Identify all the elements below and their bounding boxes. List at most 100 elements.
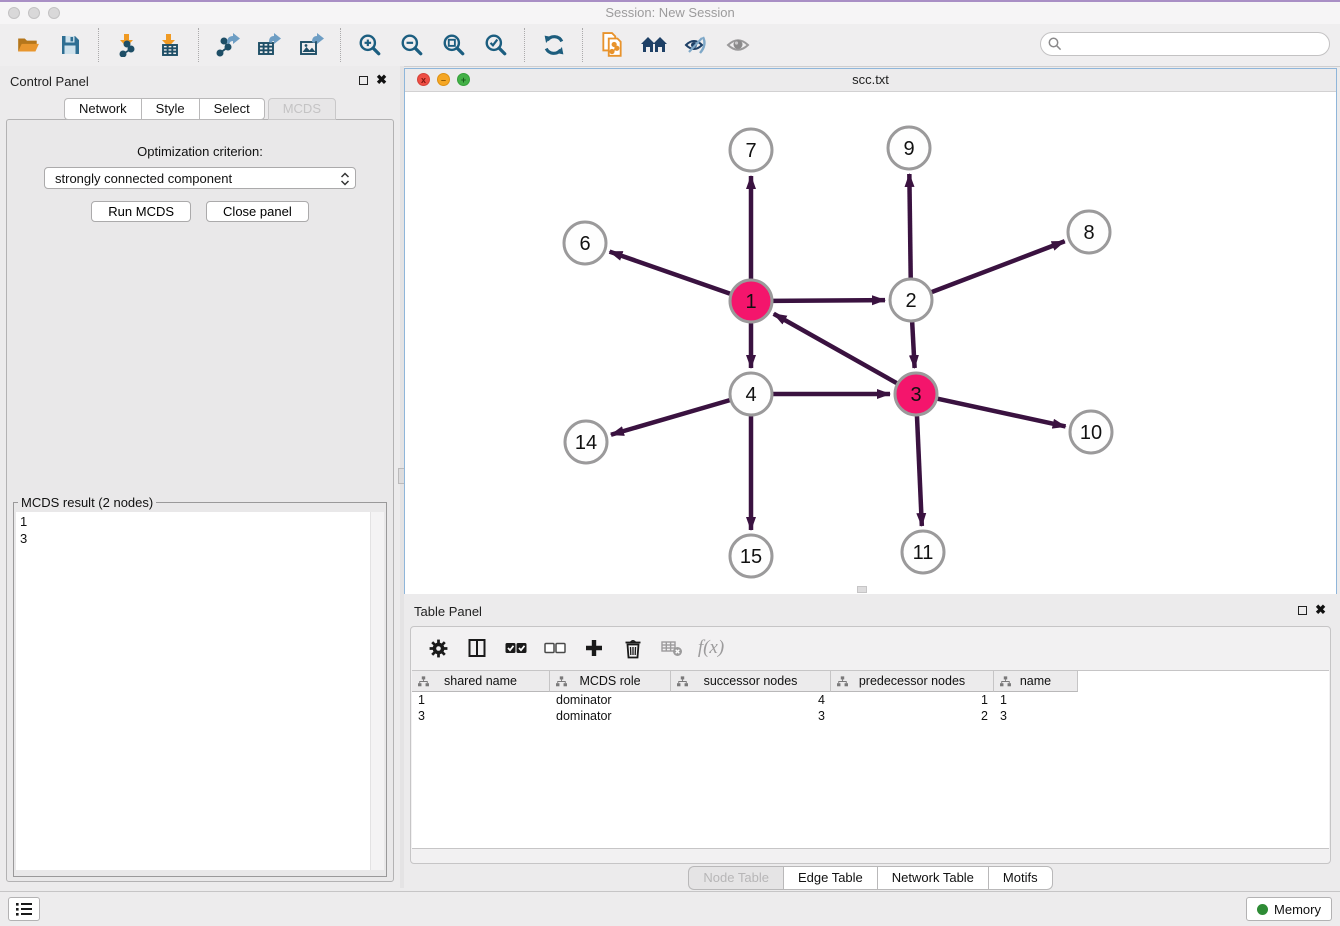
graph-node-9[interactable]: 9 bbox=[888, 127, 930, 169]
graph-node-10[interactable]: 10 bbox=[1070, 411, 1112, 453]
table-row[interactable]: 3dominator323 bbox=[412, 708, 1329, 724]
graph-edge-2-9[interactable] bbox=[909, 174, 910, 278]
zoom-selected-button[interactable] bbox=[482, 31, 510, 59]
graph-node-8[interactable]: 8 bbox=[1068, 211, 1110, 253]
zoom-fit-icon bbox=[442, 33, 466, 57]
network-window-title: scc.txt bbox=[405, 72, 1336, 87]
close-panel-icon[interactable]: ✖ bbox=[376, 72, 387, 88]
deselect-all-button[interactable] bbox=[544, 637, 566, 659]
graph-edge-2-8[interactable] bbox=[932, 241, 1065, 292]
table-float-icon[interactable] bbox=[1298, 606, 1307, 615]
select-all-button[interactable] bbox=[505, 637, 527, 659]
graph-edge-3-1[interactable] bbox=[774, 314, 897, 383]
network-canvas[interactable]: 7 9 6 8 1 2 4 3 14 10 15 11 bbox=[405, 92, 1336, 594]
close-panel-button[interactable]: Close panel bbox=[206, 201, 309, 222]
column-header-successor-nodes[interactable]: successor nodes bbox=[671, 671, 831, 692]
add-column-button[interactable] bbox=[583, 637, 605, 659]
delete-column-button[interactable] bbox=[622, 637, 644, 659]
control-tab-select[interactable]: Select bbox=[199, 98, 265, 120]
delete-table-button[interactable] bbox=[661, 637, 683, 659]
column-header-name[interactable]: name bbox=[994, 671, 1078, 692]
table-cell[interactable]: 2 bbox=[831, 708, 994, 724]
table-cell[interactable]: 1 bbox=[412, 692, 550, 708]
table-close-icon[interactable]: ✖ bbox=[1315, 602, 1326, 618]
graph-node-1[interactable]: 1 bbox=[730, 280, 772, 322]
document-share-icon bbox=[600, 32, 624, 58]
zoom-in-button[interactable] bbox=[356, 31, 384, 59]
table-tab-node-table[interactable]: Node Table bbox=[688, 866, 783, 890]
task-history-button[interactable] bbox=[8, 897, 40, 921]
save-session-button[interactable] bbox=[56, 31, 84, 59]
table-cell[interactable]: dominator bbox=[550, 708, 671, 724]
window-title: Session: New Session bbox=[0, 5, 1340, 20]
table-cell[interactable]: dominator bbox=[550, 692, 671, 708]
graph-node-3[interactable]: 3 bbox=[895, 373, 937, 415]
main-titlebar: Session: New Session bbox=[0, 2, 1340, 25]
graph-node-14[interactable]: 14 bbox=[565, 421, 607, 463]
zoom-out-icon bbox=[400, 33, 424, 57]
control-tab-mcds[interactable]: MCDS bbox=[268, 98, 336, 120]
apply-layout-button[interactable] bbox=[540, 31, 568, 59]
import-table-button[interactable] bbox=[156, 31, 184, 59]
zoom-out-button[interactable] bbox=[398, 31, 426, 59]
graph-node-2[interactable]: 2 bbox=[890, 279, 932, 321]
graph-node-7[interactable]: 7 bbox=[730, 129, 772, 171]
table-tabs: Node TableEdge TableNetwork TableMotifs bbox=[404, 866, 1337, 890]
table-cell[interactable]: 3 bbox=[671, 708, 831, 724]
graph-node-11[interactable]: 11 bbox=[902, 531, 944, 573]
float-panel-icon[interactable] bbox=[359, 76, 368, 85]
export-image-icon bbox=[299, 33, 325, 57]
graph-node-4[interactable]: 4 bbox=[730, 373, 772, 415]
mcds-result-scrollbar[interactable] bbox=[370, 512, 384, 870]
export-image-button[interactable] bbox=[298, 31, 326, 59]
mcds-result-fieldset: MCDS result (2 nodes) 1 3 bbox=[13, 495, 387, 877]
houses-icon bbox=[640, 34, 668, 56]
mcds-tab-content: Optimization criterion: strongly connect… bbox=[6, 119, 394, 882]
graph-edge-1-2[interactable] bbox=[773, 300, 885, 301]
table-tab-edge-table[interactable]: Edge Table bbox=[783, 866, 877, 890]
export-network-button[interactable] bbox=[214, 31, 242, 59]
table-tab-motifs[interactable]: Motifs bbox=[988, 866, 1053, 890]
export-table-button[interactable] bbox=[256, 31, 284, 59]
optimization-select[interactable]: strongly connected component bbox=[44, 167, 356, 189]
memory-button[interactable]: Memory bbox=[1246, 897, 1332, 921]
column-header-shared-name[interactable]: shared name bbox=[412, 671, 550, 692]
hide-selection-button[interactable] bbox=[682, 31, 710, 59]
graph-node-6[interactable]: 6 bbox=[564, 222, 606, 264]
graph-edge-3-11[interactable] bbox=[917, 416, 922, 526]
node-table: shared nameMCDS rolesuccessor nodesprede… bbox=[412, 670, 1329, 849]
graph-node-15[interactable]: 15 bbox=[730, 535, 772, 577]
table-tab-network-table[interactable]: Network Table bbox=[877, 866, 988, 890]
search-input[interactable] bbox=[1040, 32, 1330, 56]
show-columns-button[interactable] bbox=[466, 637, 488, 659]
network-overview-button[interactable] bbox=[598, 31, 626, 59]
table-toolbar: f(x) bbox=[411, 627, 1330, 669]
table-settings-button[interactable] bbox=[427, 637, 449, 659]
open-file-button[interactable] bbox=[14, 31, 42, 59]
column-header-predecessor-nodes[interactable]: predecessor nodes bbox=[831, 671, 994, 692]
mcds-result-text[interactable]: 1 3 bbox=[16, 512, 384, 870]
canvas-bottom-grip[interactable] bbox=[857, 586, 867, 593]
table-cell[interactable]: 1 bbox=[831, 692, 994, 708]
control-tab-network[interactable]: Network bbox=[64, 98, 141, 120]
graph-edge-2-3[interactable] bbox=[912, 322, 914, 368]
table-cell[interactable]: 3 bbox=[994, 708, 1078, 724]
network-graph[interactable]: 7 9 6 8 1 2 4 3 14 10 15 11 bbox=[405, 92, 1336, 594]
table-panel-title: Table Panel bbox=[414, 604, 482, 619]
graph-edge-4-14[interactable] bbox=[611, 400, 730, 435]
column-header-MCDS-role[interactable]: MCDS role bbox=[550, 671, 671, 692]
show-all-button[interactable] bbox=[724, 31, 752, 59]
graph-edge-3-10[interactable] bbox=[937, 399, 1065, 427]
home-button[interactable] bbox=[640, 31, 668, 59]
zoom-fit-button[interactable] bbox=[440, 31, 468, 59]
import-network-button[interactable] bbox=[114, 31, 142, 59]
control-tab-style[interactable]: Style bbox=[141, 98, 199, 120]
graph-edge-1-6[interactable] bbox=[610, 252, 731, 294]
table-row[interactable]: 1dominator411 bbox=[412, 692, 1329, 708]
table-cell[interactable]: 1 bbox=[994, 692, 1078, 708]
table-cell[interactable]: 4 bbox=[671, 692, 831, 708]
table-cell[interactable]: 3 bbox=[412, 708, 550, 724]
svg-text:7: 7 bbox=[745, 140, 756, 162]
function-builder-button[interactable]: f(x) bbox=[700, 637, 722, 659]
run-mcds-button[interactable]: Run MCDS bbox=[91, 201, 191, 222]
